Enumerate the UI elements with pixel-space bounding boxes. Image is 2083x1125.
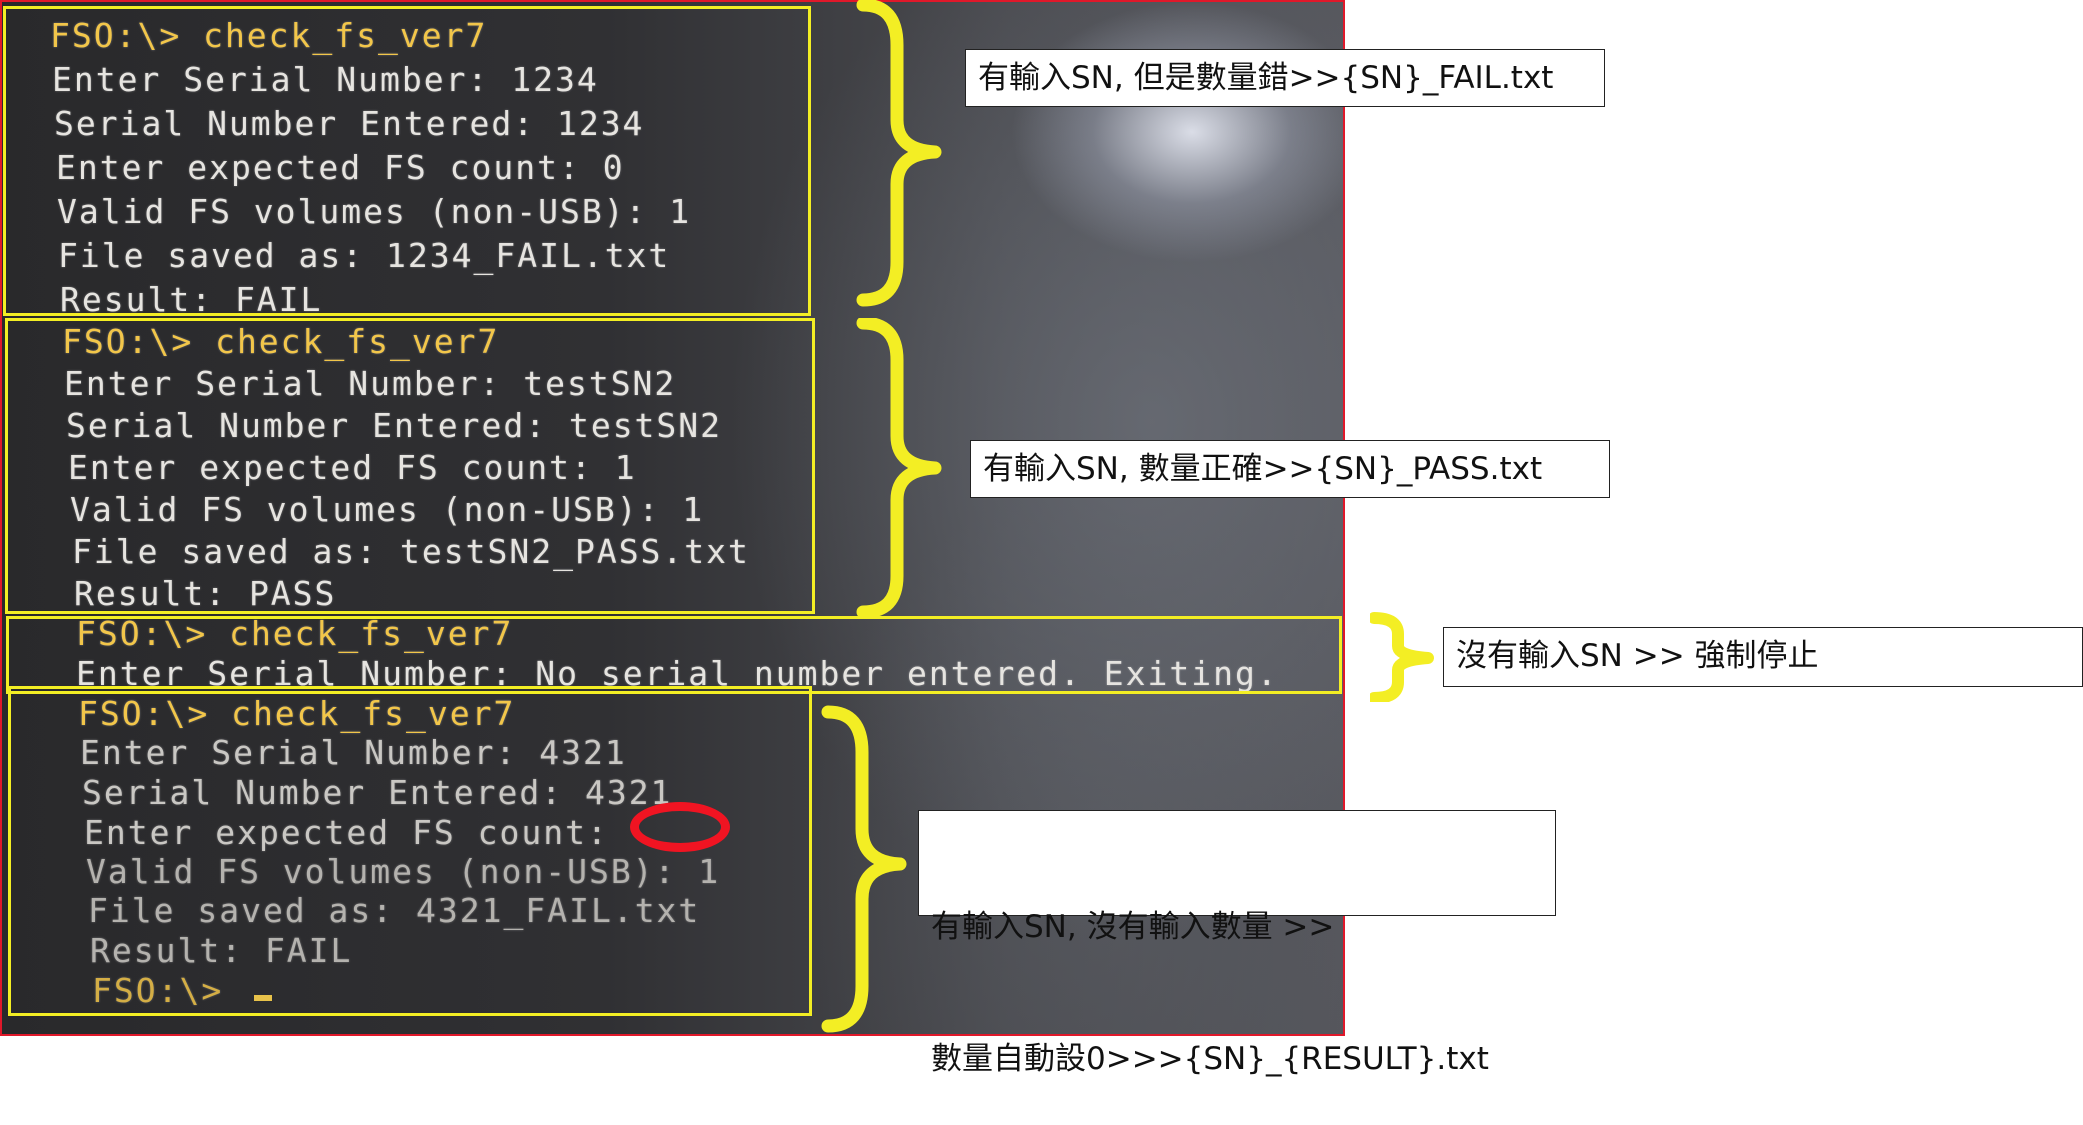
highlight-box-fail (3, 6, 811, 316)
brace-icon (856, 0, 942, 307)
brace-icon (821, 705, 907, 1033)
brace-icon (1370, 612, 1434, 702)
callout-no-sn: 沒有輸入SN >> 強制停止 (1443, 627, 2083, 687)
callout-line: 有輸入SN, 沒有輸入數量 >> (931, 909, 1335, 945)
callout-no-count: 有輸入SN, 沒有輸入數量 >> 數量自動設0>>>{SN}_{RESULT}.… (918, 810, 1556, 1077)
callout-line: 數量自動設0>>>{SN}_{RESULT}.txt (931, 1041, 1489, 1077)
highlight-box-no-sn (6, 616, 1342, 694)
callout-fail: 有輸入SN, 但是數量錯>>{SN}_FAIL.txt (965, 49, 1605, 107)
highlight-box-pass (5, 318, 815, 614)
missing-count-circle (630, 802, 730, 852)
brace-icon (856, 318, 942, 619)
callout-pass: 有輸入SN, 數量正確>>{SN}_PASS.txt (970, 440, 1610, 498)
